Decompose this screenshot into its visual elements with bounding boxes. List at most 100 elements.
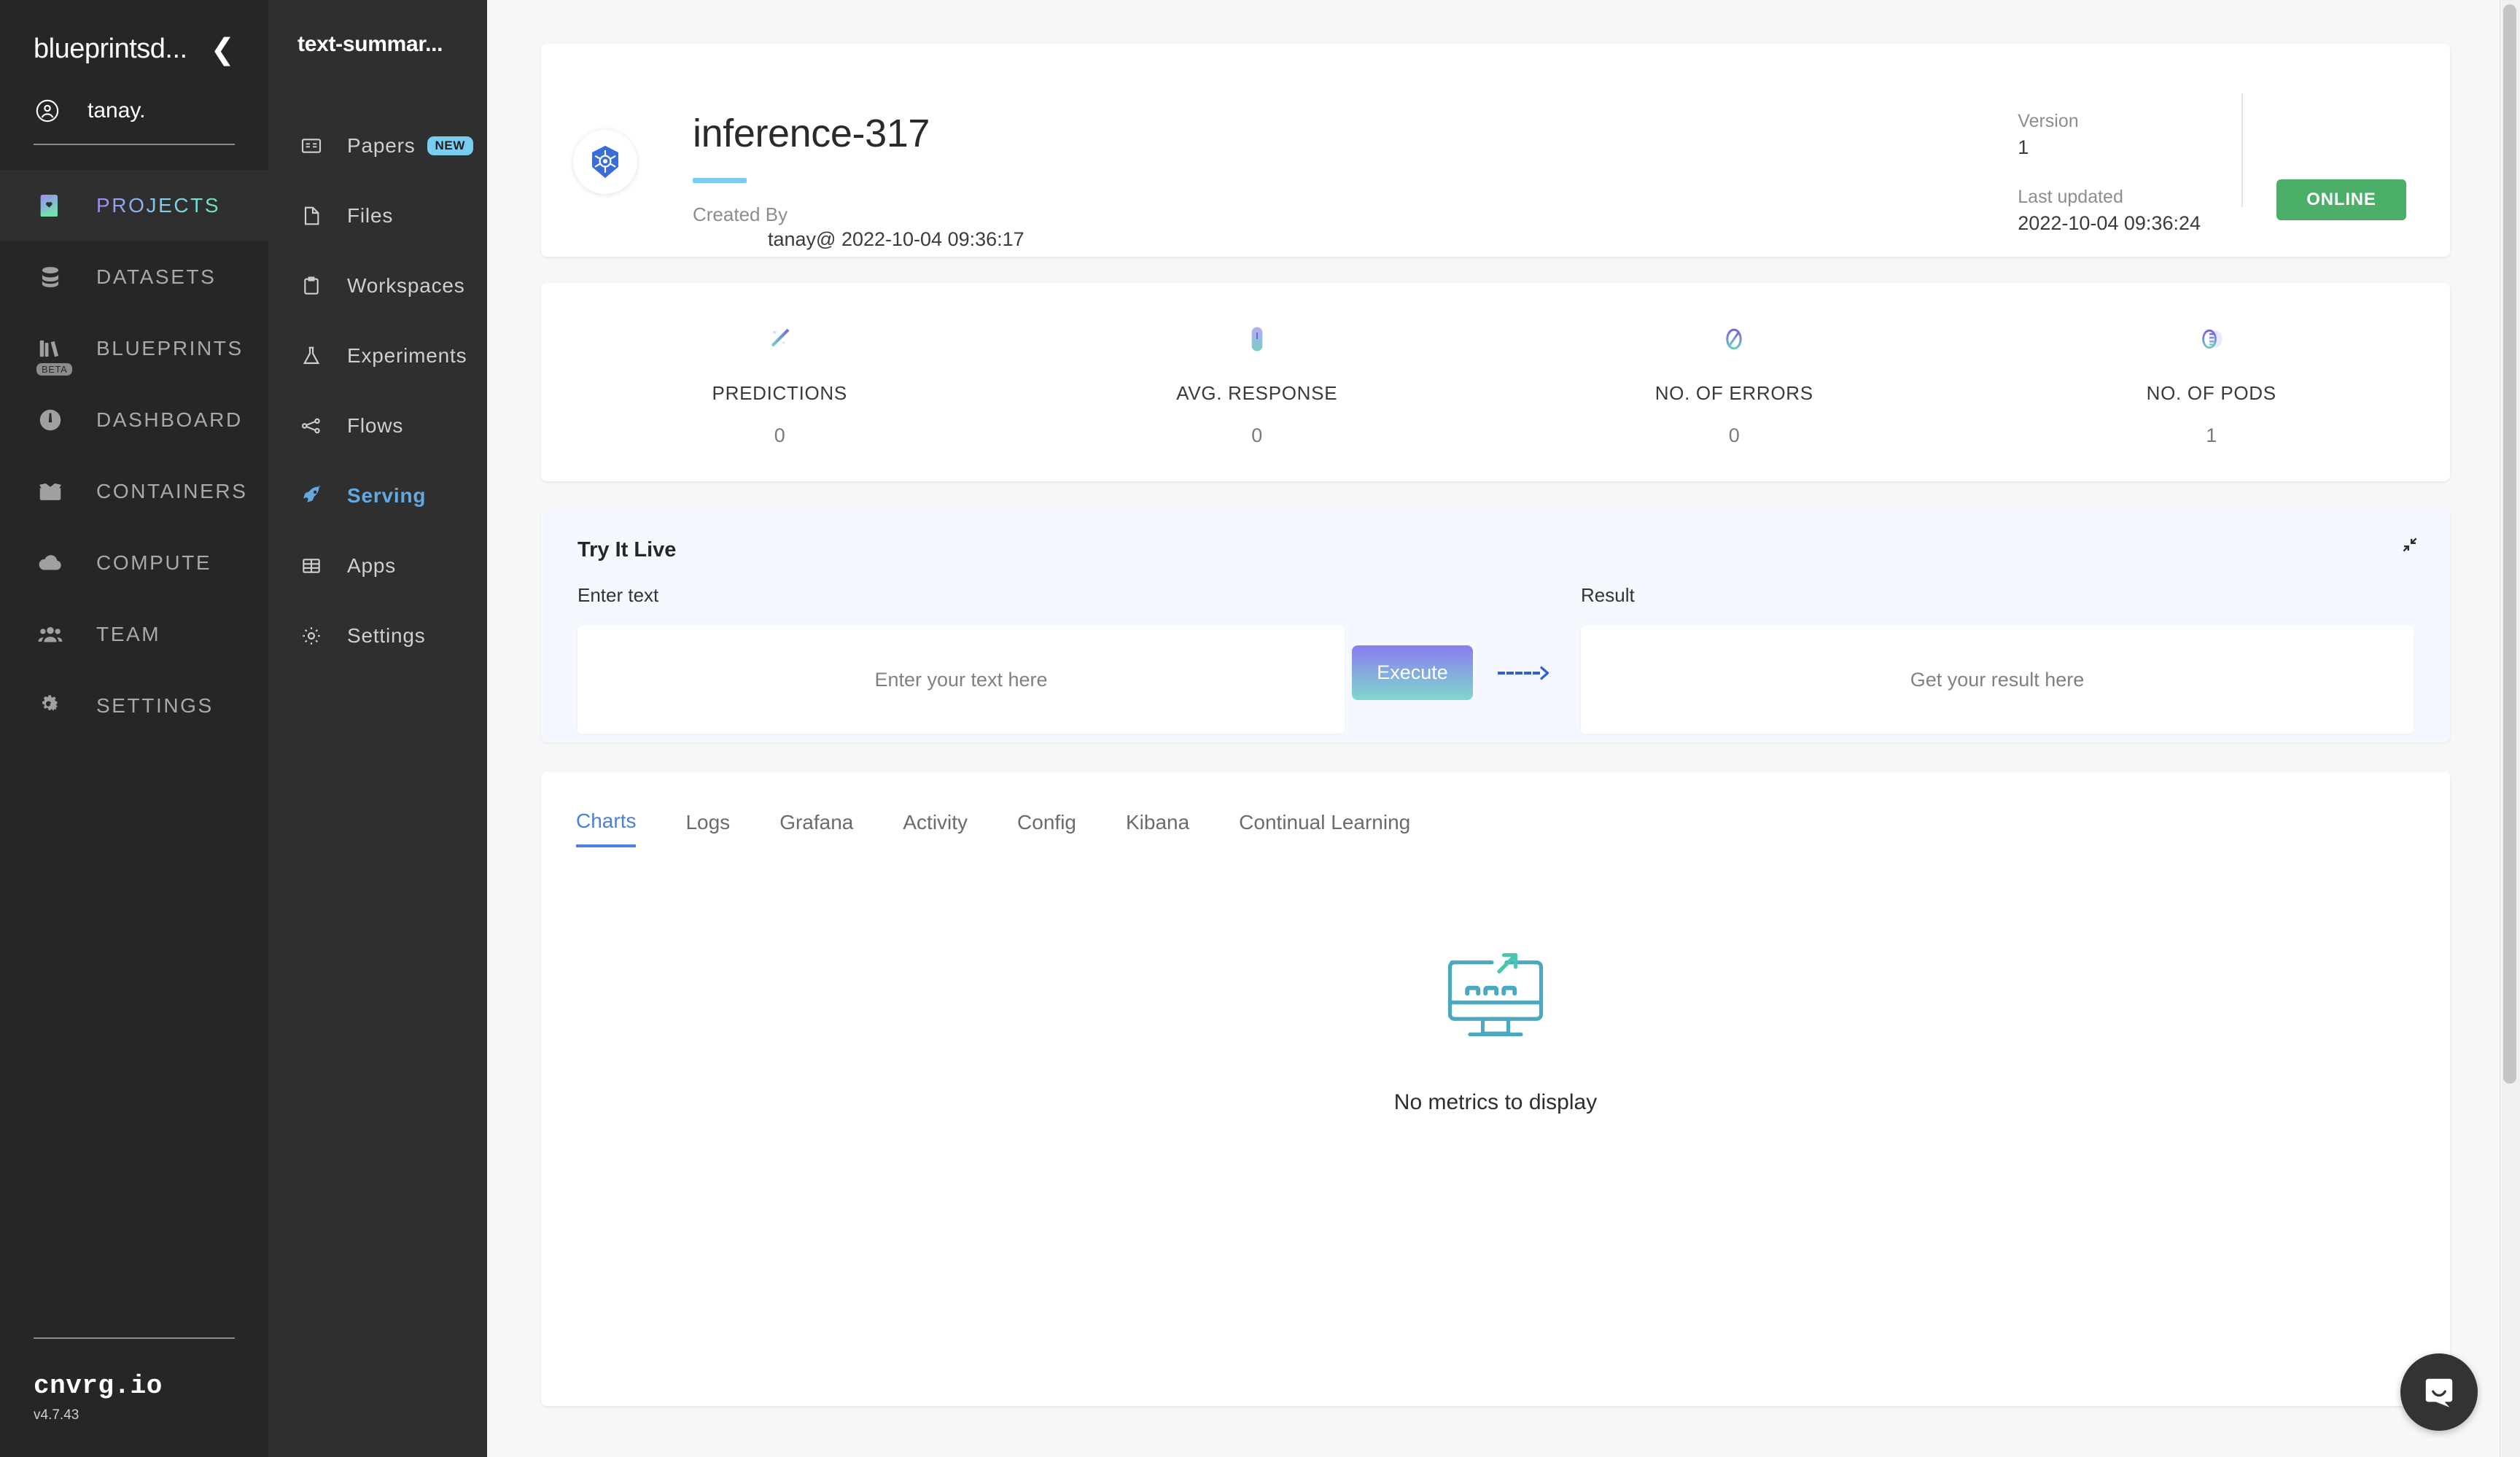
header-main-info: inference-317 Created By tanay@ 2022-10-…: [693, 77, 2018, 251]
tab-continual-learning[interactable]: Continual Learning: [1239, 811, 1410, 846]
stat-value: 0: [1728, 424, 1740, 446]
sidebar-item-dashboard[interactable]: DASHBOARD: [0, 384, 268, 456]
created-by-label: Created By: [693, 203, 788, 225]
user-row[interactable]: tanay.: [34, 98, 235, 123]
books-icon: BETA: [34, 332, 73, 376]
gauge-icon: [34, 403, 67, 437]
people-icon: [34, 618, 67, 651]
result-label: Result: [1581, 584, 1635, 606]
tab-charts[interactable]: Charts: [576, 809, 637, 847]
chevron-left-icon[interactable]: ❮: [200, 35, 235, 64]
project-nav-label: Serving: [347, 484, 427, 507]
empty-state: No metrics to display: [541, 847, 2450, 1115]
execute-area: Execute: [1345, 584, 1563, 700]
scrollbar-track[interactable]: [2500, 0, 2520, 1457]
project-nav-experiments[interactable]: Experiments: [268, 321, 487, 391]
project-title[interactable]: text-summar...: [268, 32, 487, 57]
try-it-live-row: Enter text Enter your text here Execute: [578, 584, 2414, 734]
sidebar-item-label: SETTINGS: [96, 694, 214, 717]
stat-avg-response: AVG. RESPONSE 0: [1019, 318, 1496, 447]
empty-state-text: No metrics to display: [1393, 1090, 1598, 1114]
kubernetes-icon: [573, 130, 637, 194]
project-nav-serving[interactable]: Serving: [268, 461, 487, 531]
user-name: tanay.: [88, 98, 146, 123]
tab-activity[interactable]: Activity: [903, 811, 968, 846]
tab-config[interactable]: Config: [1017, 811, 1076, 846]
stopwatch-icon: [1241, 318, 1273, 360]
result-output[interactable]: Get your result here: [1581, 626, 2414, 734]
monitor-chart-icon: [1437, 945, 1554, 1058]
project-nav-label: Apps: [347, 554, 397, 577]
stats-card: PREDICTIONS 0 AVG. RESPONSE 0 NO. OF ERR…: [541, 283, 2450, 481]
footer-divider: [34, 1337, 235, 1339]
sidebar-item-label: DASHBOARD: [96, 408, 243, 431]
stat-label: NO. OF ERRORS: [1654, 381, 1813, 404]
inference-header-card: inference-317 Created By tanay@ 2022-10-…: [541, 44, 2450, 257]
sidebar-item-team[interactable]: TEAM: [0, 599, 268, 670]
primary-nav: PROJECTS DATASETS BETA BLUEPRINTS DASHBO…: [0, 170, 268, 742]
try-it-live-title: Try It Live: [578, 538, 677, 562]
tab-kibana[interactable]: Kibana: [1126, 811, 1189, 846]
sidebar-item-label: DATASETS: [96, 265, 217, 288]
intercom-chat-icon[interactable]: [2400, 1353, 2478, 1431]
try-it-live-card: Try It Live Enter text Enter your text h…: [541, 508, 2450, 742]
tab-grafana[interactable]: Grafana: [779, 811, 853, 846]
sidebar-item-containers[interactable]: CONTAINERS: [0, 456, 268, 527]
execute-button[interactable]: Execute: [1352, 645, 1473, 700]
stat-label: NO. OF PODS: [2146, 381, 2276, 404]
project-nav-settings[interactable]: Settings: [268, 601, 487, 671]
sidebar-item-compute[interactable]: COMPUTE: [0, 527, 268, 599]
user-circle-icon: [35, 98, 60, 123]
sidebar-item-label: CONTAINERS: [96, 480, 248, 502]
status-area: ONLINE: [2243, 77, 2406, 220]
grid-table-icon: [298, 552, 325, 580]
tabs-card: Charts Logs Grafana Activity Config Kiba…: [541, 772, 2450, 1406]
project-nav-label: Experiments: [347, 344, 467, 367]
result-column: Result Get your result here: [1581, 584, 2414, 734]
sidebar-item-label: COMPUTE: [96, 551, 212, 574]
rocket-icon: [298, 482, 325, 510]
project-nav-papers[interactable]: Papers NEW: [268, 111, 487, 181]
project-nav-label: Flows: [347, 414, 404, 437]
created-by-value: tanay@ 2022-10-04 09:36:17: [768, 228, 1024, 250]
version-label: Version: [2018, 111, 2079, 131]
stat-predictions: PREDICTIONS 0: [541, 318, 1019, 447]
project-nav-files[interactable]: Files: [268, 181, 487, 251]
app-version: v4.7.43: [34, 1407, 79, 1423]
last-updated-value: 2022-10-04 09:36:24: [2018, 212, 2201, 234]
title-accent-bar: [693, 178, 747, 183]
primary-sidebar: blueprintsd... ❮ tanay. PROJECTS DATASET…: [0, 0, 268, 1457]
no-entry-icon: [1718, 318, 1750, 360]
sidebar-item-projects[interactable]: PROJECTS: [0, 170, 268, 241]
project-nav-apps[interactable]: Apps: [268, 531, 487, 601]
sidebar-item-blueprints[interactable]: BETA BLUEPRINTS: [0, 313, 268, 384]
project-nav-label: Files: [347, 204, 394, 227]
cloud-icon: [34, 546, 67, 580]
meta-spacer: [2018, 159, 2201, 187]
input-column: Enter text Enter your text here: [578, 584, 1345, 734]
text-input[interactable]: Enter your text here: [578, 626, 1345, 734]
database-icon: [34, 260, 67, 294]
project-sidebar: text-summar... Papers NEW Files Workspac…: [268, 0, 487, 1457]
project-nav-label: Settings: [347, 624, 426, 647]
org-name[interactable]: blueprintsd...: [34, 34, 187, 65]
collapse-arrows-icon[interactable]: [2400, 535, 2419, 558]
app-root: blueprintsd... ❮ tanay. PROJECTS DATASET…: [0, 0, 2520, 1457]
papers-icon: [298, 132, 325, 160]
scrollbar-thumb[interactable]: [2503, 4, 2516, 1084]
box-icon: [34, 475, 67, 508]
project-nav-label: Workspaces: [347, 274, 465, 297]
workspace-icon: [298, 272, 325, 300]
beta-badge: BETA: [36, 363, 73, 376]
project-nav-flows[interactable]: Flows: [268, 391, 487, 461]
project-nav-workspaces[interactable]: Workspaces: [268, 251, 487, 321]
input-label: Enter text: [578, 584, 659, 606]
sidebar-item-datasets[interactable]: DATASETS: [0, 241, 268, 313]
primary-sidebar-header: blueprintsd... ❮ tanay.: [0, 0, 268, 145]
page-title: inference-317: [693, 112, 930, 155]
tab-logs[interactable]: Logs: [685, 811, 730, 846]
sidebar-item-settings[interactable]: SETTINGS: [0, 670, 268, 742]
gears-icon: [34, 689, 67, 723]
flask-icon: [298, 342, 325, 370]
file-icon: [298, 202, 325, 230]
